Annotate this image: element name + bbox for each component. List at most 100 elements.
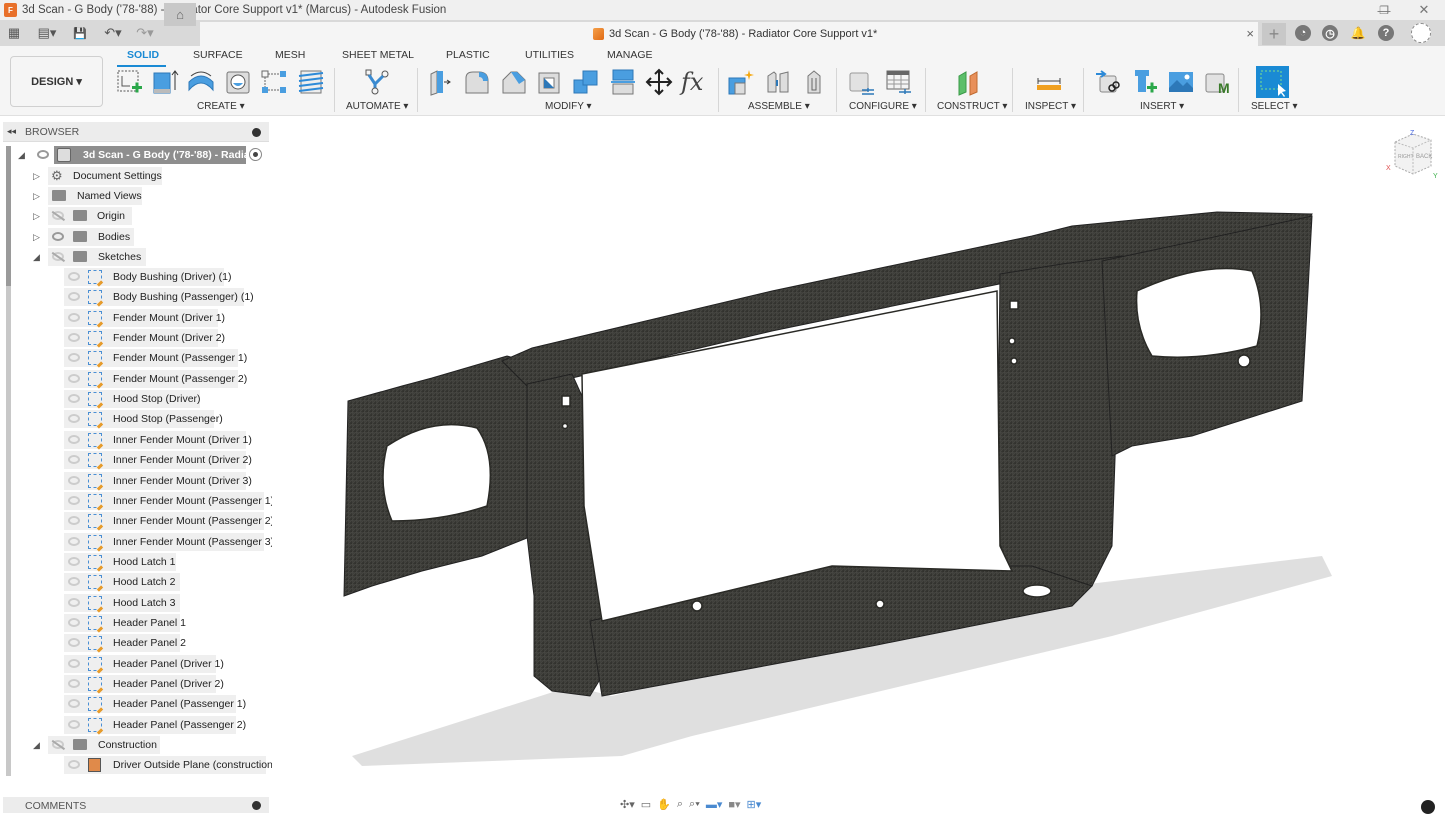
collapse-toggle-icon[interactable]: ◢ — [33, 252, 40, 263]
sketch-item[interactable]: Hood Latch 1 — [0, 552, 272, 571]
visibility-eye-icon[interactable] — [52, 232, 64, 241]
create-menu[interactable]: CREATE ▾ — [197, 101, 245, 112]
tab-sheet-metal[interactable]: SHEET METAL — [342, 49, 414, 61]
undo-button[interactable]: ↶▾ — [100, 23, 126, 43]
insert-mcmaster-icon[interactable] — [1131, 68, 1159, 96]
browser-folder-named-views[interactable]: ▷ Named Views — [0, 187, 272, 205]
sketch-item[interactable]: Fender Mount (Driver 2) — [0, 329, 272, 348]
sketch-item[interactable]: Header Panel 2 — [0, 634, 272, 653]
hidden-eye-icon[interactable] — [52, 211, 64, 220]
sketch-item[interactable]: Header Panel (Passenger 1) — [0, 695, 272, 714]
sketch-item[interactable]: Fender Mount (Passenger 1) — [0, 349, 272, 368]
inspect-menu[interactable]: INSPECT ▾ — [1025, 101, 1076, 112]
browser-folder-document-settings[interactable]: ▷ ⚙ Document Settings — [0, 167, 272, 185]
joint-icon[interactable] — [764, 68, 792, 96]
redo-button[interactable]: ↷▾ — [132, 23, 158, 43]
tab-utilities[interactable]: UTILITIES — [525, 49, 574, 61]
canvas-icon[interactable] — [1167, 68, 1195, 96]
expand-toggle-icon[interactable]: ◢ — [18, 150, 25, 161]
visibility-eye-icon[interactable] — [68, 760, 80, 769]
insert-menu[interactable]: INSERT ▾ — [1140, 101, 1184, 112]
sketch-item[interactable]: Header Panel (Passenger 2) — [0, 715, 272, 734]
new-tab-button[interactable]: + — [1262, 23, 1286, 45]
visual-style-icon[interactable]: ■▾ — [728, 798, 740, 811]
visibility-eye-icon[interactable] — [68, 312, 80, 322]
create-sketch-icon[interactable] — [116, 68, 144, 96]
workspace-switcher-button[interactable]: DESIGN ▾ — [10, 56, 103, 107]
parameters-fx-icon[interactable]: fx — [681, 68, 709, 96]
sketch-item[interactable]: Body Bushing (Passenger) (1) — [0, 288, 272, 307]
sketch-item[interactable]: Header Panel (Driver 1) — [0, 654, 272, 673]
visibility-eye-icon[interactable] — [68, 679, 80, 688]
browser-folder-bodies[interactable]: ▷ Bodies — [0, 228, 272, 246]
document-tab[interactable]: 3d Scan - G Body ('78-'88) - Radiator Co… — [200, 22, 1258, 46]
viewcube-face-right[interactable]: RIGHT — [1398, 154, 1414, 160]
configuration-table-icon[interactable] — [885, 68, 913, 96]
extrude-icon[interactable] — [151, 68, 179, 96]
visibility-eye-icon[interactable] — [68, 475, 80, 485]
feedback-icon[interactable] — [1421, 800, 1435, 814]
hidden-eye-icon[interactable] — [52, 252, 64, 261]
select-icon[interactable] — [1256, 66, 1289, 98]
apps-grid-button[interactable]: ▦ — [6, 23, 22, 43]
thread-icon[interactable] — [297, 68, 325, 96]
as-built-joint-icon[interactable] — [800, 68, 828, 96]
visibility-eye-icon[interactable] — [37, 150, 49, 159]
browser-root-node[interactable]: ◢ 3d Scan - G Body ('78-'88) - Radiat... — [0, 146, 272, 164]
configure-model-icon[interactable] — [848, 68, 876, 96]
tab-surface[interactable]: SURFACE — [193, 49, 243, 61]
visibility-eye-icon[interactable] — [68, 495, 80, 505]
tab-mesh[interactable]: MESH — [275, 49, 305, 61]
viewports-icon[interactable]: ⊞▾ — [747, 798, 762, 811]
insert-derive-icon[interactable] — [1094, 68, 1122, 96]
sketch-item[interactable]: Fender Mount (Passenger 2) — [0, 369, 272, 388]
configure-menu[interactable]: CONFIGURE ▾ — [849, 101, 917, 112]
job-status-icon[interactable]: ◷ — [1322, 25, 1338, 41]
visibility-eye-icon[interactable] — [68, 597, 80, 607]
visibility-eye-icon[interactable] — [68, 556, 80, 566]
tab-plastic[interactable]: PLASTIC — [446, 49, 490, 61]
pan-icon[interactable]: ✋ — [657, 798, 671, 811]
sketch-item[interactable]: Header Panel (Driver 2) — [0, 675, 272, 693]
help-icon[interactable]: ? — [1378, 25, 1394, 41]
hidden-eye-icon[interactable] — [52, 740, 64, 749]
automate-icon[interactable] — [362, 68, 390, 96]
offset-plane-icon[interactable] — [955, 68, 983, 96]
sketch-item[interactable]: Body Bushing (Driver) (1) — [0, 268, 272, 286]
measure-icon[interactable] — [1035, 68, 1063, 96]
sketch-item[interactable]: Header Panel 1 — [0, 613, 272, 632]
assemble-menu[interactable]: ASSEMBLE ▾ — [748, 101, 810, 112]
sketch-item[interactable]: Inner Fender Mount (Driver 1) — [0, 430, 272, 449]
model-canvas[interactable] — [272, 116, 1445, 813]
notifications-icon[interactable]: 🔔 — [1350, 25, 1366, 41]
expand-toggle-icon[interactable]: ▷ — [33, 211, 40, 222]
construction-item[interactable]: Driver Outside Plane (construction) — [0, 756, 276, 774]
sketch-item[interactable]: Inner Fender Mount (Passenger 1) — [0, 491, 274, 510]
fit-icon[interactable]: ⌕▾ — [689, 798, 700, 811]
revolve-icon[interactable] — [187, 68, 215, 96]
extensions-icon[interactable]: ◔ — [1295, 25, 1311, 41]
browser-folder-construction[interactable]: ◢ Construction — [0, 736, 272, 754]
collapse-browser-icon[interactable]: ◂◂ — [7, 126, 16, 137]
close-window-button[interactable]: ✕ — [1404, 0, 1444, 20]
home-button[interactable]: ⌂ — [164, 3, 196, 26]
visibility-eye-icon[interactable] — [68, 434, 80, 444]
browser-options-icon[interactable] — [252, 128, 261, 137]
sketch-item[interactable]: Inner Fender Mount (Passenger 3) — [0, 532, 274, 551]
select-menu[interactable]: SELECT ▾ — [1251, 101, 1298, 112]
shell-icon[interactable] — [536, 68, 564, 96]
visibility-eye-icon[interactable] — [68, 658, 80, 668]
collapse-toggle-icon[interactable]: ◢ — [33, 740, 40, 751]
profile-avatar[interactable] — [1411, 23, 1431, 43]
visibility-eye-icon[interactable] — [68, 617, 80, 627]
sketch-item[interactable]: Hood Stop (Driver) — [0, 390, 272, 409]
offset-face-icon[interactable] — [609, 68, 637, 96]
close-tab-icon[interactable]: × — [1246, 26, 1254, 41]
expand-toggle-icon[interactable]: ▷ — [33, 232, 40, 243]
file-menu-button[interactable]: ▤▾ — [34, 23, 60, 43]
viewcube-face-back[interactable]: BACK — [1416, 154, 1432, 160]
comments-panel[interactable]: COMMENTS — [3, 797, 269, 813]
visibility-eye-icon[interactable] — [68, 373, 80, 383]
expand-toggle-icon[interactable]: ▷ — [33, 191, 40, 202]
construct-menu[interactable]: CONSTRUCT ▾ — [937, 101, 1007, 112]
